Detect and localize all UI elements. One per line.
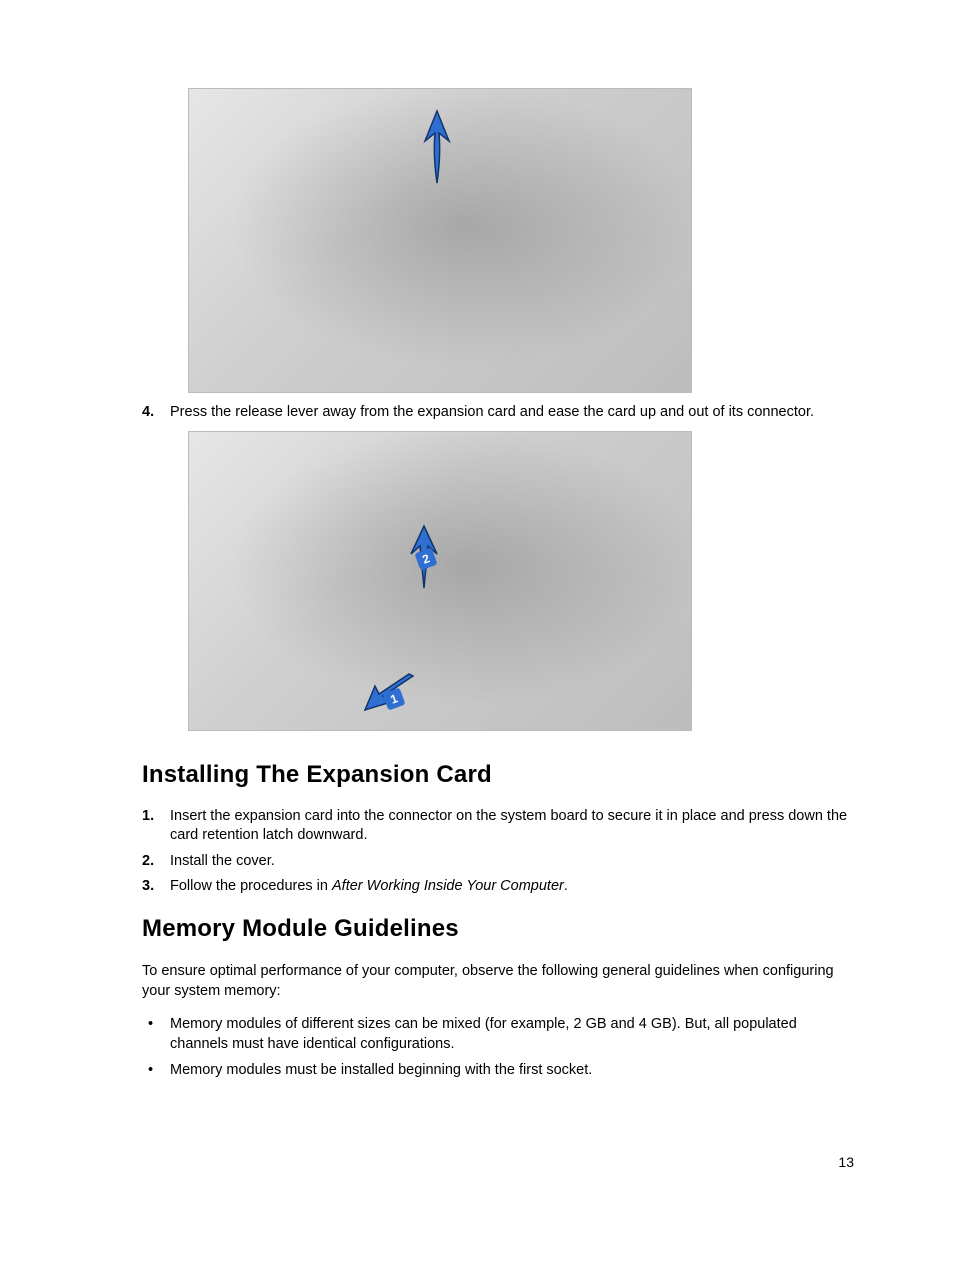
step-text: Install the cover. — [170, 852, 854, 872]
bullet-text: Memory modules must be installed beginni… — [170, 1061, 854, 1081]
memory-intro-paragraph: To ensure optimal performance of your co… — [142, 961, 854, 1002]
step-text: Press the release lever away from the ex… — [170, 403, 854, 423]
step-number: 4. — [142, 403, 170, 423]
page-number: 13 — [838, 1154, 854, 1170]
step-text-suffix: . — [564, 878, 568, 894]
bullet-item: • Memory modules of different sizes can … — [142, 1015, 854, 1054]
step-text-prefix: Follow the procedures in — [170, 878, 332, 894]
figure-expansion-card-remove: 2 1 — [188, 431, 692, 731]
bullet-text: Memory modules of different sizes can be… — [170, 1015, 854, 1054]
step-number: 3. — [142, 877, 170, 897]
ordered-step-2: 2. Install the cover. — [142, 852, 854, 872]
bullet-icon: • — [142, 1061, 170, 1081]
step-text: Insert the expansion card into the conne… — [170, 807, 854, 846]
up-arrow-icon — [417, 107, 457, 187]
figure-expansion-card-unlatch — [188, 88, 692, 393]
step-number: 1. — [142, 807, 170, 827]
heading-installing-expansion-card: Installing The Expansion Card — [142, 761, 854, 789]
bullet-icon: • — [142, 1015, 170, 1035]
document-page: 4. Press the release lever away from the… — [0, 0, 954, 1268]
heading-memory-module-guidelines: Memory Module Guidelines — [142, 915, 854, 943]
ordered-step-1: 1. Insert the expansion card into the co… — [142, 807, 854, 846]
bullet-item: • Memory modules must be installed begin… — [142, 1061, 854, 1081]
step-text: Follow the procedures in After Working I… — [170, 877, 854, 897]
ordered-step-4: 4. Press the release lever away from the… — [142, 403, 854, 423]
step-text-italic: After Working Inside Your Computer — [332, 878, 564, 894]
step-number: 2. — [142, 852, 170, 872]
ordered-step-3: 3. Follow the procedures in After Workin… — [142, 877, 854, 897]
